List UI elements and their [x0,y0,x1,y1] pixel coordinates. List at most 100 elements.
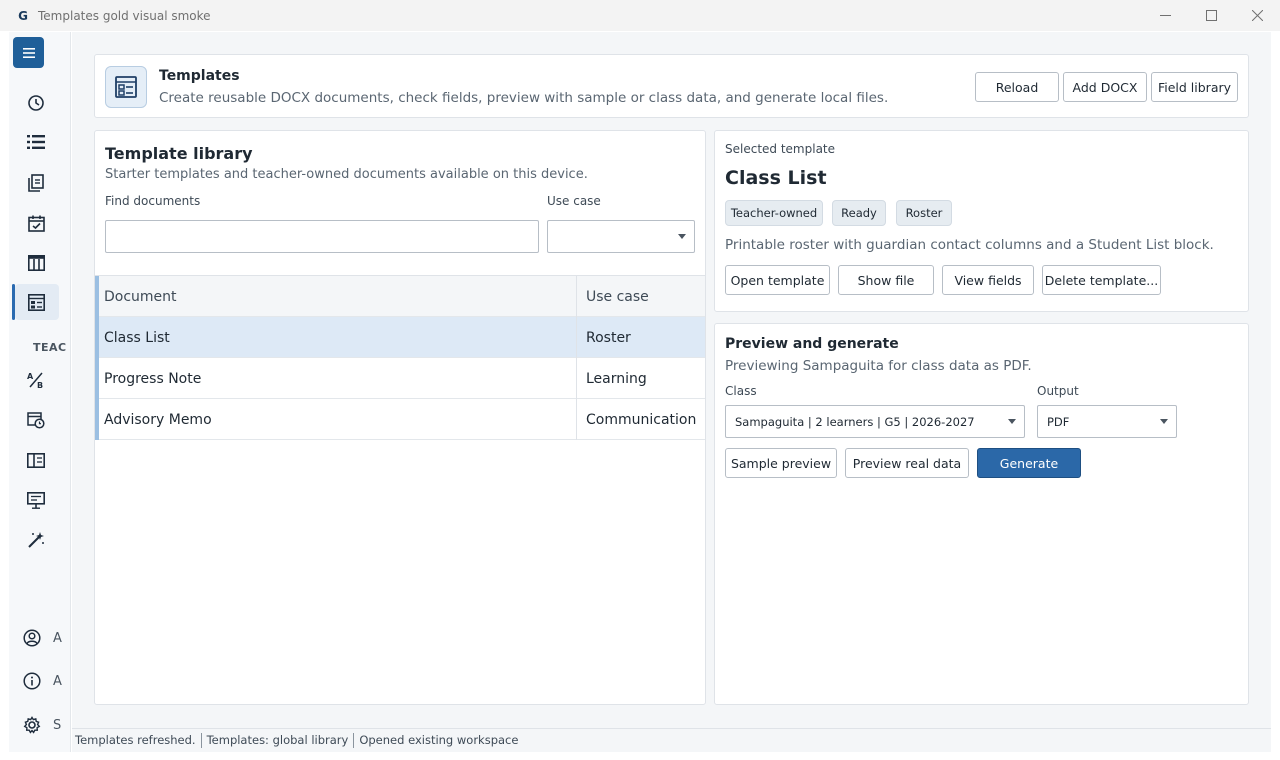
sidebar-item-label: A [53,673,62,689]
status-bar: Templates refreshed. Templates: global l… [72,728,1271,752]
chevron-down-icon [678,234,686,239]
status-message: Templates refreshed. [72,733,202,748]
close-icon [1251,10,1263,21]
templates-icon[interactable] [26,292,46,312]
row-use-case: Communication [586,411,697,428]
status-workspace: Opened existing workspace [359,733,519,747]
table-row[interactable]: Progress Note Learning [95,358,705,399]
maximize-button[interactable] [1188,0,1234,31]
close-button[interactable] [1234,0,1280,31]
column-divider [576,399,577,440]
svg-text:A: A [27,372,34,381]
sidebar-section-label: TEAC [33,341,67,354]
status-badge: Teacher-owned [725,200,823,226]
minimize-icon [1159,15,1171,16]
template-table: Document Use case Class List Roster Prog… [95,275,705,440]
calendar-check-icon[interactable] [26,213,46,233]
row-document: Class List [104,329,170,346]
documents-icon[interactable] [26,173,46,193]
column-divider [576,358,577,399]
presentation-icon[interactable] [26,490,46,510]
template-library-panel: Template library Starter templates and t… [94,130,706,705]
preview-real-data-button[interactable]: Preview real data [845,448,969,478]
find-documents-label: Find documents [105,194,201,208]
window-controls [1142,0,1280,31]
row-document: Progress Note [104,370,202,387]
view-fields-button[interactable]: View fields [942,265,1034,295]
sidebar-item-label: A [53,630,62,646]
class-select-value: Sampaguita | 2 learners | G5 | 2026-2027 [735,414,975,429]
info-icon [23,672,41,690]
status-badge: Ready [832,200,886,226]
account-icon [23,629,41,647]
row-accent [95,358,99,399]
window-frame-right [1271,31,1280,760]
page-title: Templates [159,68,240,84]
column-divider [576,276,577,317]
list-icon[interactable] [26,132,46,152]
table-header: Document Use case [95,276,705,317]
history-icon[interactable] [26,93,46,113]
sidebar-item-label: S [53,717,62,733]
sidebar-item-about[interactable]: A [23,672,70,690]
use-case-select[interactable] [547,220,695,253]
output-select-value: PDF [1047,414,1070,429]
sample-preview-button[interactable]: Sample preview [725,448,837,478]
book-icon[interactable] [26,450,46,470]
menu-toggle-button[interactable] [13,37,44,68]
delete-template-button[interactable]: Delete template... [1042,265,1161,295]
chevron-down-icon [1160,419,1168,424]
row-document: Advisory Memo [104,411,212,428]
output-label: Output [1037,384,1079,398]
use-case-label: Use case [547,194,601,208]
selected-template-title: Class List [725,167,827,189]
show-file-button[interactable]: Show file [838,265,934,295]
table-row[interactable]: Class List Roster [95,317,705,358]
schedule-icon[interactable] [26,410,46,430]
column-header-use-case[interactable]: Use case [586,276,649,317]
open-template-button[interactable]: Open template [725,265,830,295]
window-frame-bottom [0,752,1280,760]
templates-header-icon [105,66,147,108]
class-select[interactable]: Sampaguita | 2 learners | G5 | 2026-2027 [725,405,1025,438]
preview-generate-title: Preview and generate [725,336,899,352]
preview-generate-subtitle: Previewing Sampaguita for class data as … [725,358,1032,374]
svg-text:B: B [37,381,43,389]
output-select[interactable]: PDF [1037,405,1177,438]
nav-active-indicator [12,284,15,320]
table-row[interactable]: Advisory Memo Communication [95,399,705,440]
sidebar: TEAC AB A A S [9,32,71,752]
class-label: Class [725,384,757,398]
find-documents-input[interactable] [105,220,539,253]
settings-icon [23,716,41,734]
chevron-down-icon [1008,419,1016,424]
maximize-icon [1205,10,1217,21]
hamburger-icon [22,47,35,58]
sidebar-item-settings[interactable]: S [23,716,70,734]
window-frame-left [0,31,9,760]
preview-generate-panel: Preview and generate Previewing Sampagui… [714,323,1249,705]
app-logo-icon: G [18,8,28,23]
page-header: Templates Create reusable DOCX documents… [94,54,1249,118]
selected-template-panel: Selected template Class List Teacher-own… [714,130,1249,312]
row-use-case: Learning [586,370,647,387]
status-library: Templates: global library [202,733,355,748]
title-bar: G Templates gold visual smoke [0,0,1280,31]
add-docx-button[interactable]: Add DOCX [1063,72,1147,102]
minimize-button[interactable] [1142,0,1188,31]
status-badge: Roster [896,200,952,226]
grading-icon[interactable]: AB [26,370,46,390]
field-library-button[interactable]: Field library [1151,72,1238,102]
reload-button[interactable]: Reload [975,72,1059,102]
library-subtitle: Starter templates and teacher-owned docu… [105,167,588,182]
main-content: Templates Create reusable DOCX documents… [72,32,1271,728]
sidebar-item-account[interactable]: A [23,629,70,647]
generate-button[interactable]: Generate [977,448,1081,478]
table-columns-icon[interactable] [26,253,46,273]
magic-wand-icon[interactable] [26,530,46,550]
row-accent [95,399,99,440]
column-header-document[interactable]: Document [104,276,177,317]
selected-template-label: Selected template [725,142,836,156]
column-divider [576,317,577,358]
page-subtitle: Create reusable DOCX documents, check fi… [159,90,889,106]
